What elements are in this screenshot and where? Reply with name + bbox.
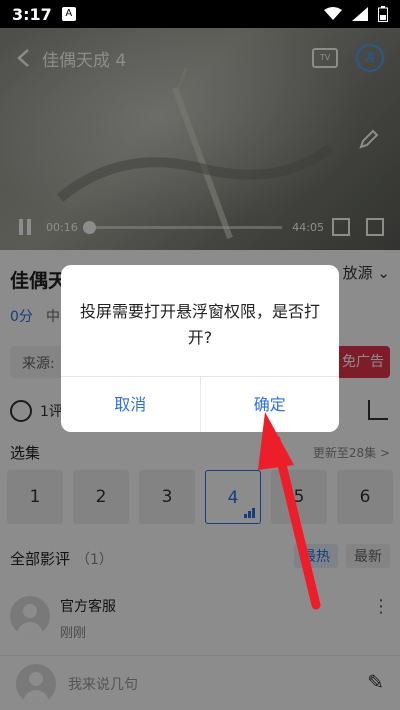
confirm-button[interactable]: 确定 xyxy=(201,377,340,432)
status-icons xyxy=(324,6,388,22)
signal-icon xyxy=(352,7,368,21)
app-notification-icon: A xyxy=(61,7,76,21)
dialog-message: 投屏需要打开悬浮窗权限，是否打开? xyxy=(79,302,320,347)
cancel-button[interactable]: 取消 xyxy=(61,377,200,432)
status-time: 3:17 xyxy=(12,4,52,24)
dialog-actions: 取消 确定 xyxy=(61,376,339,432)
status-bar: 3:17 A xyxy=(0,0,400,28)
wifi-icon xyxy=(324,7,342,20)
battery-icon xyxy=(378,6,388,22)
permission-dialog: 投屏需要打开悬浮窗权限，是否打开? 取消 确定 xyxy=(61,265,339,432)
